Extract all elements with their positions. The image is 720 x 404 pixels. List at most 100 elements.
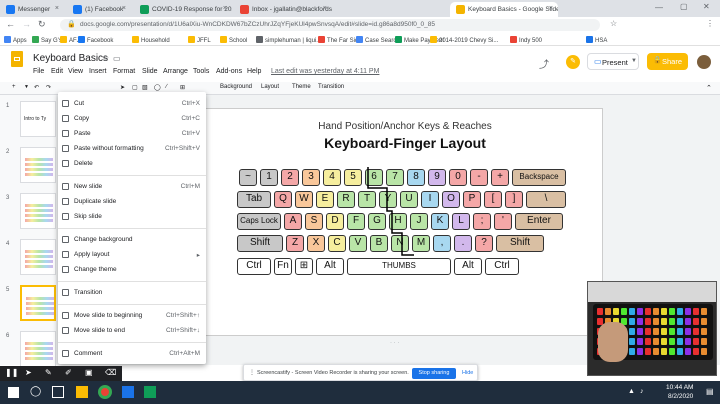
browser-menu-icon[interactable]: ⋮ <box>706 19 714 28</box>
pause-icon[interactable]: ❚❚ <box>5 368 18 377</box>
menu-item-copy[interactable]: Copy Ctrl+C <box>58 112 206 125</box>
tab-close-icon[interactable]: × <box>122 5 126 12</box>
highlighter-icon[interactable]: ✐ <box>65 368 72 377</box>
menu-item-duplicate-slide[interactable]: Duplicate slide <box>58 195 206 208</box>
close-window-icon[interactable]: ✕ <box>703 2 710 11</box>
last-edit-link[interactable]: Last edit was yesterday at 4:11 PM <box>271 68 379 75</box>
line-icon[interactable]: ∕ <box>166 84 167 90</box>
avatar[interactable] <box>697 55 711 69</box>
bookmark-11[interactable]: 2014-2019 Chevy Si... <box>430 36 498 44</box>
present-button[interactable]: ▭ Present ▼ <box>587 53 639 70</box>
menu-edit[interactable]: Edit <box>51 68 63 75</box>
menu-item-change-background[interactable]: Change background <box>58 233 206 246</box>
bookmark-7[interactable]: simplehuman | liqui... <box>256 36 321 44</box>
star-doc-icon[interactable]: ☆ <box>102 54 109 63</box>
menu-item-change-theme[interactable]: Change theme <box>58 263 206 276</box>
textbox-icon[interactable]: ▢ <box>132 84 138 91</box>
add-slide-chevron-icon[interactable]: ▼ <box>24 84 29 90</box>
add-slide-icon[interactable]: + <box>12 84 16 90</box>
redo-icon[interactable]: ↷ <box>46 84 51 91</box>
star-icon[interactable]: ☆ <box>610 19 617 28</box>
drag-handle-icon[interactable]: ⋮ <box>249 369 255 376</box>
bookmark-5[interactable]: JFFL <box>188 36 211 44</box>
slide-thumbnail-6[interactable] <box>20 331 56 367</box>
menu-format[interactable]: Format <box>113 68 135 75</box>
bookmark-4[interactable]: Household <box>132 36 170 44</box>
bookmark-13[interactable]: HSA <box>586 36 607 44</box>
file-explorer-icon[interactable] <box>76 386 88 398</box>
hide-button[interactable]: Hide <box>462 370 473 376</box>
maximize-icon[interactable]: ▢ <box>680 2 688 11</box>
slide-thumbnail-3[interactable] <box>20 193 56 229</box>
menu-help[interactable]: Help <box>247 68 261 75</box>
menu-insert[interactable]: Insert <box>89 68 107 75</box>
task-view-icon[interactable] <box>52 386 64 398</box>
edge-icon[interactable] <box>122 386 134 398</box>
reload-icon[interactable]: ↻ <box>38 19 46 30</box>
toolbar-layout[interactable]: Layout <box>261 84 279 90</box>
tab-close-icon[interactable]: × <box>55 5 59 12</box>
move-folder-icon[interactable]: ▭ <box>113 54 121 63</box>
clock-time[interactable]: 10:44 AM <box>666 384 693 391</box>
select-cursor-icon[interactable]: ➤ <box>120 84 125 91</box>
network-icon[interactable]: ▲ <box>628 388 635 395</box>
menu-item-move-slide-to-beginning[interactable]: Move slide to beginning Ctrl+Shift+↑ <box>58 309 206 322</box>
menu-item-paste-without-formatting[interactable]: Paste without formatting Ctrl+Shift+V <box>58 142 206 155</box>
bookmark-9[interactable]: Case Search <box>356 36 400 44</box>
presentation-title[interactable]: Keyboard Basics <box>33 53 108 64</box>
menu-item-apply-layout[interactable]: Apply layout ▸ <box>58 248 206 261</box>
chrome-icon[interactable] <box>98 385 112 399</box>
shape-icon[interactable]: ◯ <box>154 84 161 91</box>
slides-logo-icon[interactable] <box>11 51 23 67</box>
comment-tool-icon[interactable]: ⊞ <box>180 84 185 91</box>
menu-view[interactable]: View <box>68 68 83 75</box>
eraser-icon[interactable]: ⌫ <box>105 368 116 377</box>
bookmark-1[interactable]: Say G's <box>32 36 62 44</box>
clock-date[interactable]: 8/2/2020 <box>668 393 693 400</box>
forward-icon[interactable]: → <box>22 19 31 29</box>
toolbar-background[interactable]: Background <box>220 84 252 90</box>
menu-slide[interactable]: Slide <box>142 68 158 75</box>
slide-thumbnail-2[interactable] <box>20 147 56 183</box>
bookmark-3[interactable]: Facebook <box>78 36 113 44</box>
menu-item-move-slide-to-end[interactable]: Move slide to end Ctrl+Shift+↓ <box>58 324 206 337</box>
bookmark-6[interactable]: School <box>220 36 247 44</box>
share-button[interactable]: 🔒 Share <box>647 53 688 70</box>
menu-item-new-slide[interactable]: New slide Ctrl+M <box>58 180 206 193</box>
menu-item-transition[interactable]: Transition <box>58 286 206 299</box>
slide-thumbnail-4[interactable] <box>20 239 56 275</box>
menu-add-ons[interactable]: Add-ons <box>216 68 242 75</box>
activity-icon[interactable]: ⤴ <box>539 56 549 71</box>
notifications-icon[interactable]: ▤ <box>706 387 714 396</box>
tab-close-icon[interactable]: × <box>223 5 227 12</box>
toolbar-theme[interactable]: Theme <box>292 84 311 90</box>
menu-item-delete[interactable]: Delete <box>58 157 206 170</box>
back-icon[interactable]: ← <box>6 19 15 29</box>
menu-tools[interactable]: Tools <box>193 68 209 75</box>
comments-icon[interactable]: ✎ <box>566 55 580 69</box>
slide-thumbnail-5[interactable] <box>20 285 56 321</box>
menu-item-comment[interactable]: Comment Ctrl+Alt+M <box>58 347 206 360</box>
toolbar-transition[interactable]: Transition <box>318 84 344 90</box>
tab-2[interactable]: COVID-19 Response for 2020 Sc...× <box>134 2 232 17</box>
tab-close-icon[interactable]: × <box>323 5 327 12</box>
undo-icon[interactable]: ↶ <box>34 84 39 91</box>
slide[interactable]: Hand Position/Anchor Keys & Reaches Keyb… <box>205 108 603 336</box>
tab-1[interactable]: (1) Facebook × <box>67 2 131 17</box>
minimize-icon[interactable]: — <box>655 3 663 12</box>
cursor-icon[interactable]: ➤ <box>25 368 32 377</box>
stop-sharing-button[interactable]: Stop sharing <box>412 368 456 379</box>
tab-0[interactable]: Messenger × <box>0 2 64 17</box>
bookmark-2[interactable]: AFJ <box>60 36 80 44</box>
speaker-notes-handle[interactable]: · · · <box>390 340 399 346</box>
menu-item-cut[interactable]: Cut Ctrl+X <box>58 97 206 110</box>
menu-item-skip-slide[interactable]: Skip slide <box>58 210 206 223</box>
bookmark-0[interactable]: Apps <box>4 36 27 44</box>
collapse-toolbar-icon[interactable]: ⌃ <box>706 84 712 92</box>
volume-icon[interactable]: ♪ <box>640 388 644 395</box>
tab-close-icon[interactable]: × <box>549 5 553 12</box>
search-icon[interactable]: ◯ <box>30 386 41 397</box>
menu-file[interactable]: File <box>33 68 44 75</box>
image-icon[interactable]: ▧ <box>142 84 148 91</box>
start-icon[interactable] <box>8 387 19 398</box>
